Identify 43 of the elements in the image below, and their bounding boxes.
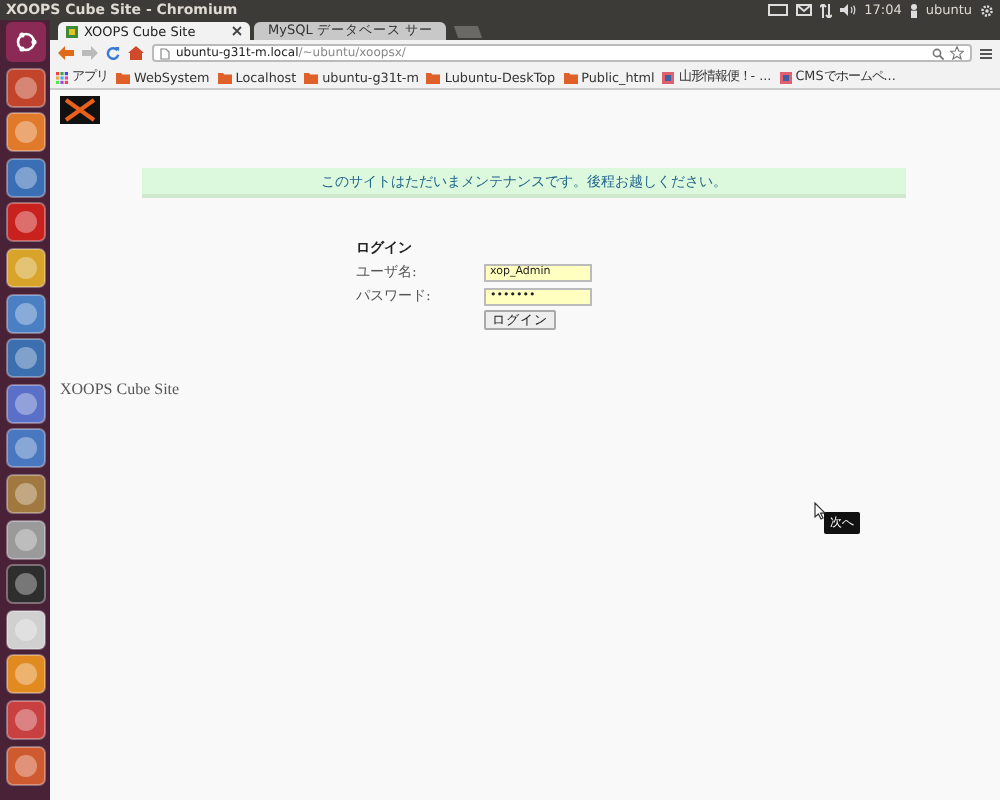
folder-icon: [426, 71, 441, 83]
search-icon[interactable]: [932, 47, 944, 59]
app-icon[interactable]: [5, 745, 45, 785]
app-icon[interactable]: [5, 112, 45, 153]
favicon-icon: [779, 71, 792, 83]
app-icon[interactable]: [5, 157, 45, 198]
app-icon[interactable]: [5, 473, 45, 514]
menu-icon[interactable]: [980, 47, 992, 59]
favicon-icon: [66, 25, 78, 37]
app-icon[interactable]: [5, 247, 45, 288]
folder-icon: [304, 71, 319, 83]
favicon-icon: [662, 71, 675, 83]
back-icon[interactable]: [58, 46, 74, 60]
page-icon: [160, 47, 170, 59]
network-icon[interactable]: [820, 3, 833, 17]
keyboard-icon[interactable]: [768, 4, 789, 16]
ubuntu-logo-icon: [13, 30, 37, 54]
app-icon[interactable]: [5, 202, 45, 243]
app-icon[interactable]: [5, 383, 45, 424]
site-footer: XOOPS Cube Site: [60, 380, 1000, 398]
home-icon[interactable]: [128, 46, 144, 60]
star-icon[interactable]: [950, 46, 964, 60]
folder-icon: [116, 71, 130, 83]
close-icon[interactable]: [232, 26, 242, 36]
mouse-cursor-icon: [814, 502, 826, 520]
user-icon[interactable]: [909, 3, 918, 17]
folder-icon: [563, 71, 578, 83]
site-logo: [60, 96, 100, 124]
volume-icon[interactable]: [840, 4, 857, 16]
app-icon[interactable]: [5, 293, 45, 334]
apps-grid-icon: [56, 71, 68, 83]
folder-icon: [217, 71, 232, 83]
reload-icon[interactable]: [106, 46, 120, 60]
app-icon[interactable]: [5, 519, 45, 560]
home-button[interactable]: [5, 22, 45, 62]
app-icon[interactable]: [5, 428, 45, 469]
settings-icon[interactable]: [980, 3, 994, 17]
app-icon[interactable]: [5, 699, 45, 740]
app-icon[interactable]: [5, 67, 45, 108]
app-icon[interactable]: [5, 338, 45, 379]
app-icon[interactable]: [5, 609, 45, 650]
app-icon[interactable]: [5, 654, 45, 695]
mail-icon[interactable]: [796, 4, 813, 16]
